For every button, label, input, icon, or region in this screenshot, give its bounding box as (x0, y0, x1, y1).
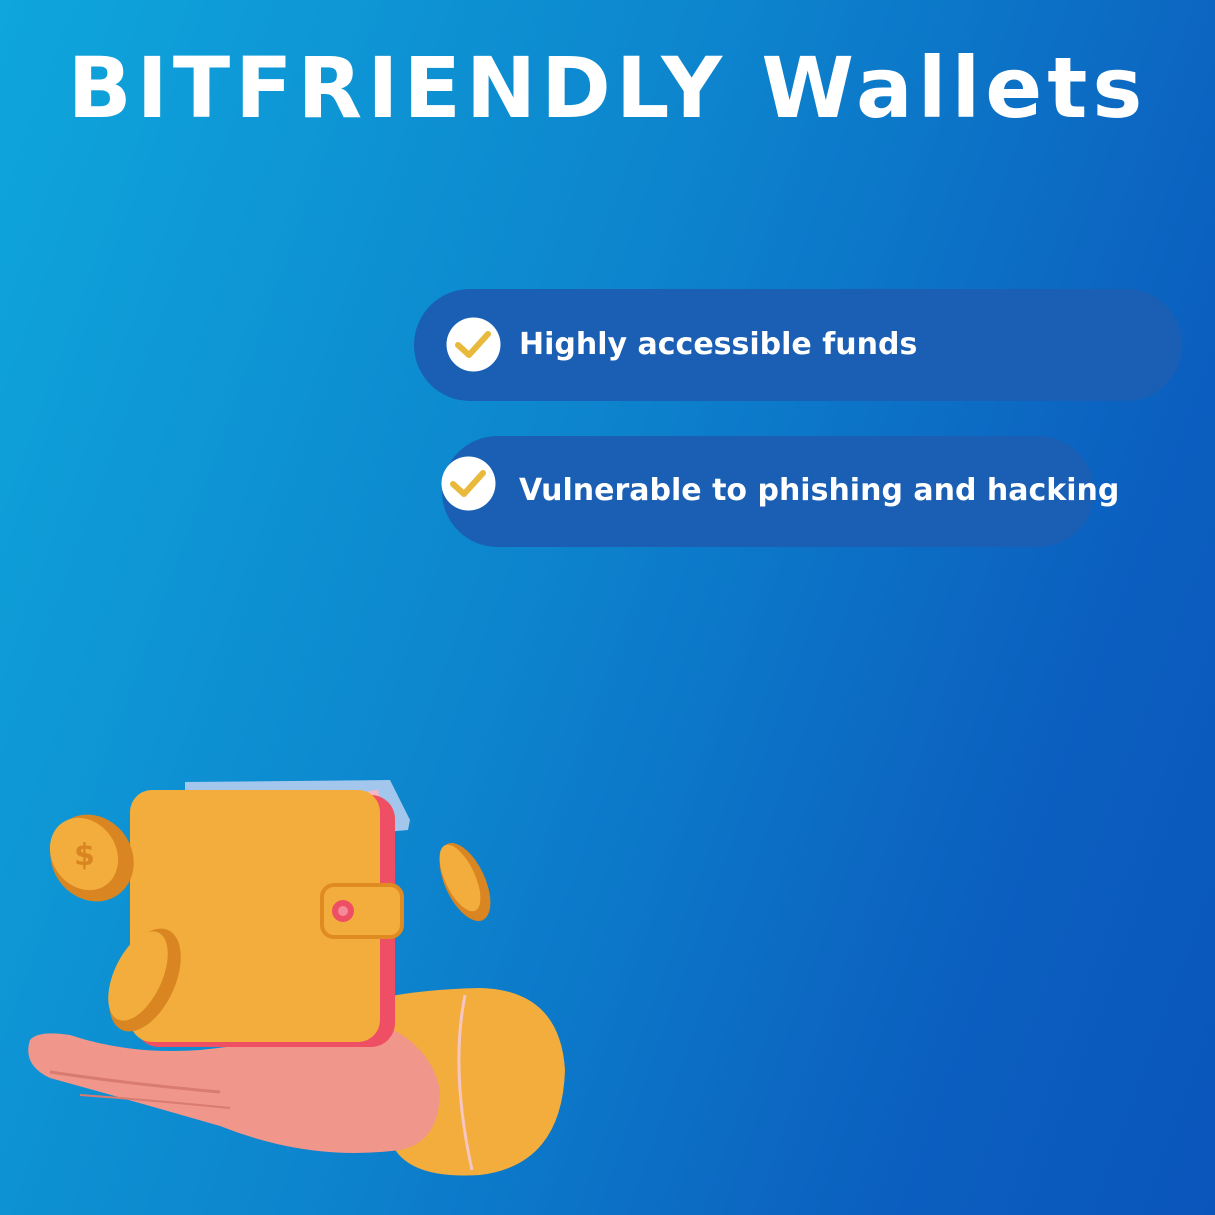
feature-label-1: Highly accessible funds (519, 327, 918, 362)
coin-icon (439, 843, 491, 921)
canvas: BITFRIENDLY Wallets Highly accessible fu… (0, 0, 1215, 1215)
page-title: BITFRIENDLY Wallets (67, 39, 1148, 137)
check-circle-icon (446, 317, 501, 372)
check-circle-icon (441, 456, 496, 511)
hand-holding-wallet-icon: $ (28, 780, 565, 1176)
svg-text:$: $ (74, 838, 95, 873)
wallet-icon (130, 790, 404, 1047)
feature-label-2: Vulnerable to phishing and hacking (519, 473, 1120, 508)
